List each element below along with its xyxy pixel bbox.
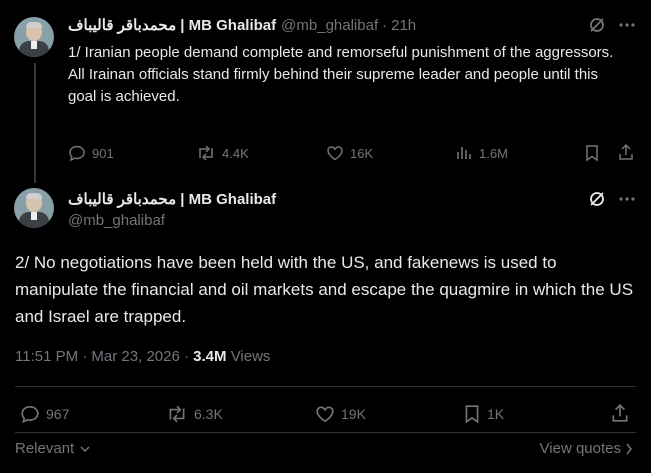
reply-button[interactable]: 901 — [68, 144, 114, 162]
repost-button[interactable]: 4.4K — [196, 144, 249, 162]
separator: · — [382, 16, 388, 34]
chevron-right-icon — [625, 443, 633, 455]
reply-icon — [68, 144, 86, 162]
repost-count: 4.4K — [222, 145, 249, 161]
like-count: 16K — [350, 145, 374, 161]
bookmark-button[interactable]: 1K — [463, 404, 504, 424]
divider — [15, 432, 636, 433]
tweet1-top-actions — [588, 16, 636, 34]
author-name[interactable]: محمدباقر قالیباف | MB Ghalibaf — [68, 190, 276, 208]
views-total: 3.4M — [193, 348, 227, 365]
reply-count: 967 — [46, 406, 70, 422]
more-options-icon[interactable] — [618, 190, 636, 208]
like-button[interactable]: 19K — [315, 404, 366, 424]
tweet2-text: 2/ No negotiations have been held with t… — [15, 253, 634, 326]
bookmark-icon — [463, 404, 481, 424]
heart-icon — [326, 144, 344, 162]
view-quotes-link[interactable]: View quotes — [540, 440, 633, 457]
repost-icon — [166, 404, 188, 424]
avatar[interactable] — [14, 17, 54, 57]
views-button[interactable]: 1.6M — [455, 144, 508, 162]
grok-icon[interactable] — [588, 190, 606, 208]
divider — [15, 386, 636, 387]
separator: · — [183, 348, 189, 365]
reply-icon — [20, 404, 40, 424]
repost-button[interactable]: 6.3K — [166, 404, 223, 424]
like-count: 19K — [341, 406, 366, 422]
author-name[interactable]: محمدباقر قالیباف | MB Ghalibaf — [68, 16, 276, 34]
heart-icon — [315, 404, 335, 424]
tweet2-author-handle-row: @mb_ghalibaf — [68, 212, 165, 229]
tweet1-text: 1/ Iranian people demand complete and re… — [68, 42, 628, 108]
sort-replies-dropdown[interactable]: Relevant — [15, 440, 90, 457]
bookmark-icon[interactable] — [584, 144, 600, 162]
views-label: Views — [230, 348, 271, 365]
tweet-timestamp[interactable]: 11:51 PM · Mar 23, 2026 — [15, 348, 180, 365]
grok-icon[interactable] — [588, 16, 606, 34]
reply-count: 901 — [92, 145, 114, 161]
bookmark-count: 1K — [487, 406, 505, 422]
repost-count: 6.3K — [194, 406, 223, 422]
share-icon[interactable] — [617, 143, 635, 161]
tweet1-paragraph: 1/ Iranian people demand complete and re… — [68, 44, 614, 61]
author-handle[interactable]: @mb_ghalibaf — [281, 17, 378, 34]
tweet1-author-row: محمدباقر قالیباف | MB Ghalibaf @mb_ghali… — [68, 16, 416, 35]
view-quotes-label: View quotes — [539, 440, 621, 457]
repost-icon — [196, 144, 216, 162]
more-options-icon[interactable] — [618, 16, 636, 34]
sort-label: Relevant — [15, 440, 75, 457]
share-icon[interactable] — [610, 403, 630, 423]
tweet2-meta: 11:51 PM · Mar 23, 2026 · 3.4M Views — [15, 348, 270, 365]
author-handle[interactable]: @mb_ghalibaf — [68, 212, 165, 229]
avatar[interactable] — [14, 188, 54, 228]
reply-button[interactable]: 967 — [20, 404, 69, 424]
views-count: 1.6M — [479, 145, 508, 161]
views-icon — [455, 144, 473, 162]
tweet2-author-name-row: محمدباقر قالیباف | MB Ghalibaf — [68, 190, 276, 208]
tweet2-top-actions — [588, 190, 636, 208]
chevron-down-icon — [80, 445, 90, 453]
tweet1-paragraph: All Irainan officials stand firmly behin… — [68, 66, 599, 105]
like-button[interactable]: 16K — [326, 144, 373, 162]
thread-line — [34, 63, 36, 183]
tweet-time[interactable]: 21h — [391, 17, 416, 34]
